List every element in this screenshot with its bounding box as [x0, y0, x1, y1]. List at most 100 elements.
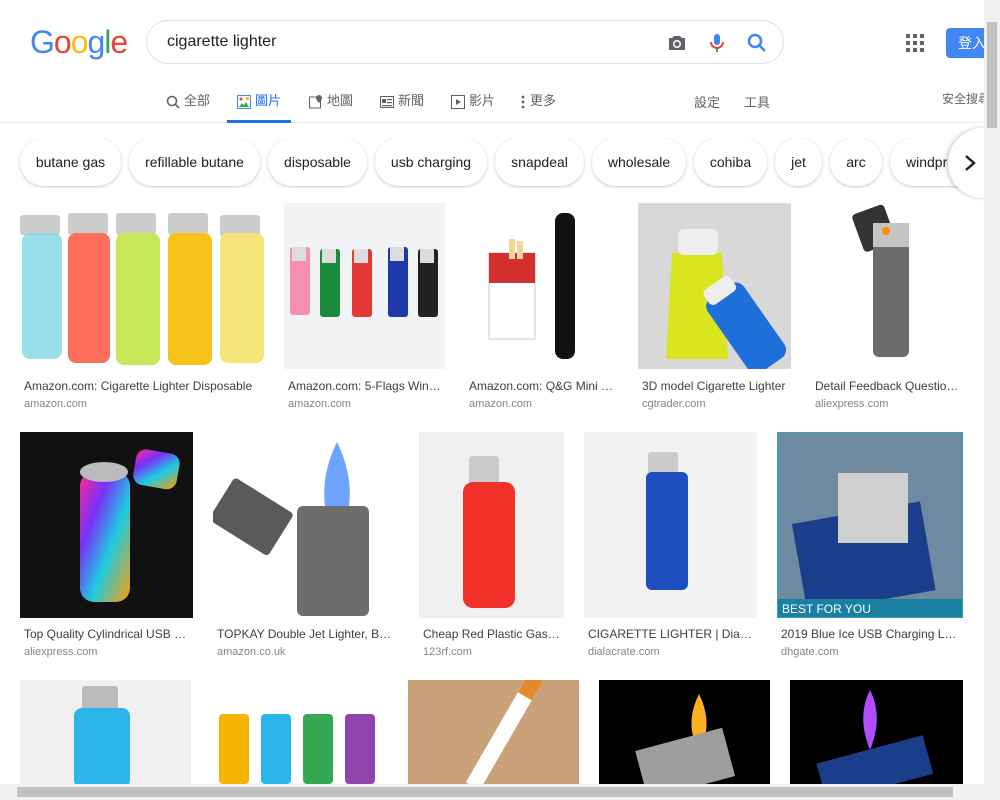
chip[interactable]: wholesale	[592, 138, 686, 186]
result-domain: 123rf.com	[423, 646, 472, 658]
result-thumbnail[interactable]: BEST FOR YOU	[777, 432, 963, 618]
chip[interactable]: jet	[775, 138, 822, 186]
image-result[interactable]	[211, 680, 388, 784]
logo-letter: g	[87, 24, 105, 60]
tab-more[interactable]: 更多	[520, 90, 556, 120]
result-title[interactable]: Amazon.com: Cigarette Lighter Disposable	[24, 379, 260, 393]
result-title[interactable]: Amazon.com: 5-Flags Windproof	[288, 379, 441, 393]
tab-label: 圖片	[255, 93, 282, 108]
image-result[interactable]: Top Quality Cylindrical USB Charging ali…	[20, 432, 193, 666]
result-title[interactable]: 2019 Blue Ice USB Charging Lighter	[781, 627, 959, 641]
result-thumbnail[interactable]	[408, 680, 579, 784]
play-icon	[451, 94, 465, 109]
chip[interactable]: butane gas	[20, 138, 121, 186]
result-domain: dialacrate.com	[588, 646, 660, 658]
result-thumbnail[interactable]	[419, 432, 564, 618]
result-thumbnail[interactable]	[213, 432, 399, 618]
microphone-icon[interactable]	[705, 31, 729, 55]
image-result[interactable]: 3D model Cigarette Lighter cgtrader.com	[638, 203, 791, 418]
result-title[interactable]: 3D model Cigarette Lighter	[642, 379, 787, 393]
scrollbar-thumb[interactable]	[17, 787, 953, 797]
result-thumbnail[interactable]	[599, 680, 770, 784]
camera-icon[interactable]	[665, 31, 689, 55]
result-title[interactable]: CIGARETTE LIGHTER | Dialacrate	[588, 627, 753, 641]
result-thumbnail[interactable]	[20, 203, 264, 369]
image-result[interactable]: BEST FOR YOU 2019 Blue Ice USB Charging …	[777, 432, 963, 666]
result-thumbnail[interactable]	[790, 680, 963, 784]
image-result[interactable]: CIGARETTE LIGHTER | Dialacrate dialacrat…	[584, 432, 757, 666]
result-title[interactable]: Top Quality Cylindrical USB Charging	[24, 627, 189, 641]
result-thumbnail[interactable]	[465, 203, 618, 369]
tab-news[interactable]: 新聞	[380, 90, 424, 120]
more-vert-icon	[521, 95, 525, 108]
tab-images[interactable]: 圖片	[227, 90, 292, 123]
result-thumbnail[interactable]	[584, 432, 757, 618]
search-tabs: 全部 圖片 地圖 新聞 影片 更多 設定 工具 安全搜尋	[0, 80, 1000, 123]
image-result[interactable]: Amazon.com: Cigarette Lighter Disposable…	[20, 203, 264, 418]
image-result[interactable]	[790, 680, 963, 784]
image-result[interactable]	[408, 680, 579, 784]
result-domain: amazon.com	[469, 398, 532, 410]
search-icon[interactable]	[745, 31, 769, 55]
chip[interactable]: arc	[830, 138, 882, 186]
result-domain: amazon.com	[24, 398, 87, 410]
result-domain: cgtrader.com	[642, 398, 706, 410]
image-result[interactable]	[599, 680, 770, 784]
safesearch-link[interactable]: 安全搜尋	[942, 90, 990, 107]
result-thumbnail[interactable]	[20, 680, 191, 784]
logo-letter: G	[30, 24, 55, 60]
chip[interactable]: disposable	[268, 138, 367, 186]
scrollbar-thumb[interactable]	[987, 22, 997, 128]
tab-label: 新聞	[398, 93, 425, 108]
logo-letter: o	[53, 24, 72, 60]
google-logo[interactable]: Google	[30, 24, 128, 61]
banner-text: BEST FOR YOU	[782, 602, 871, 616]
result-thumbnail[interactable]	[211, 680, 388, 784]
tab-maps[interactable]: 地圖	[309, 90, 353, 120]
result-title[interactable]: TOPKAY Double Jet Lighter, Butane	[217, 627, 395, 641]
tab-videos[interactable]: 影片	[451, 90, 495, 120]
logo-letter: o	[70, 24, 89, 60]
news-icon	[380, 95, 394, 108]
result-domain: amazon.co.uk	[217, 646, 286, 658]
chevron-right-icon	[965, 155, 976, 171]
tab-label: 更多	[530, 93, 557, 108]
settings-link[interactable]: 設定	[694, 92, 720, 111]
result-thumbnail[interactable]	[638, 203, 791, 369]
image-result[interactable]: TOPKAY Double Jet Lighter, Butane amazon…	[213, 432, 399, 666]
map-pin-icon	[309, 94, 322, 109]
image-result[interactable]: Cheap Red Plastic Gas Lighter 123rf.com	[419, 432, 564, 666]
result-thumbnail[interactable]	[284, 203, 445, 369]
result-domain: dhgate.com	[781, 646, 839, 658]
search-icon	[166, 95, 180, 109]
image-result[interactable]: Detail Feedback Questions aliexpress.com	[811, 203, 963, 418]
search-box[interactable]: cigarette lighter	[146, 20, 784, 64]
tab-label: 地圖	[327, 93, 354, 108]
image-result[interactable]	[20, 680, 191, 784]
apps-grid-icon[interactable]	[906, 34, 924, 52]
result-title[interactable]: Amazon.com: Q&G Mini Electric	[469, 379, 614, 393]
image-result[interactable]: Amazon.com: 5-Flags Windproof amazon.com	[284, 203, 445, 418]
logo-letter: e	[110, 24, 128, 60]
tools-link[interactable]: 工具	[744, 92, 770, 111]
result-title[interactable]: Detail Feedback Questions	[815, 379, 959, 393]
chip[interactable]: cohiba	[694, 138, 767, 186]
result-domain: amazon.com	[288, 398, 351, 410]
image-icon	[237, 94, 251, 109]
related-chips: butane gas refillable butane disposable …	[0, 138, 985, 188]
chip[interactable]: snapdeal	[495, 138, 584, 186]
result-domain: aliexpress.com	[815, 398, 889, 410]
horizontal-scrollbar[interactable]	[0, 784, 1000, 800]
result-thumbnail[interactable]	[811, 203, 963, 369]
tab-all[interactable]: 全部	[166, 90, 210, 120]
tab-label: 影片	[469, 93, 496, 108]
tab-label: 全部	[184, 93, 211, 108]
result-thumbnail[interactable]	[20, 432, 193, 618]
vertical-scrollbar[interactable]	[984, 0, 1000, 784]
chip[interactable]: usb charging	[375, 138, 487, 186]
result-domain: aliexpress.com	[24, 646, 98, 658]
search-input[interactable]: cigarette lighter	[167, 33, 276, 51]
chip[interactable]: refillable butane	[129, 138, 260, 186]
result-title[interactable]: Cheap Red Plastic Gas Lighter	[423, 627, 560, 641]
image-result[interactable]: Amazon.com: Q&G Mini Electric amazon.com	[465, 203, 618, 418]
